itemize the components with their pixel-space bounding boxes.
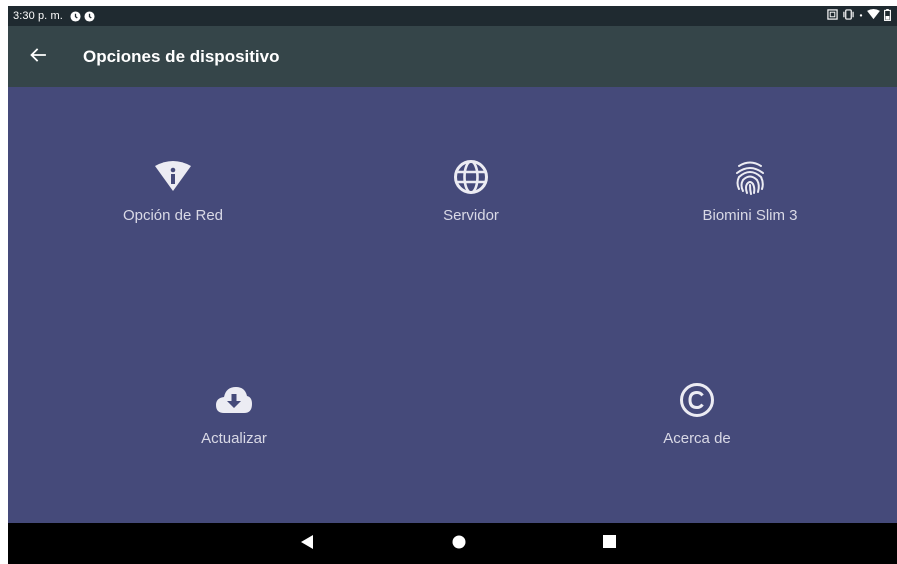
- status-left: 3:30 p. m.: [13, 6, 98, 26]
- nav-home-button[interactable]: [448, 533, 470, 555]
- clock-icon: [84, 10, 95, 22]
- globe-icon: [451, 157, 491, 197]
- tile-update[interactable]: Actualizar: [174, 380, 294, 448]
- signal-dot-icon: [859, 9, 863, 23]
- tile-label: Biomini Slim 3: [702, 207, 798, 224]
- back-button[interactable]: [22, 44, 54, 70]
- wifi-info-icon: [153, 157, 193, 197]
- clock-icon: [70, 10, 81, 22]
- status-bar: 3:30 p. m.: [8, 6, 897, 26]
- vibrate-icon: [842, 9, 855, 23]
- tile-label: Acerca de: [663, 430, 731, 447]
- home-circle-icon: [452, 535, 466, 554]
- battery-icon: [884, 8, 891, 24]
- navigation-bar: [8, 523, 897, 564]
- tile-biomini-slim[interactable]: Biomini Slim 3: [690, 157, 810, 225]
- fingerprint-icon: [730, 157, 770, 197]
- tile-server[interactable]: Servidor: [411, 157, 531, 225]
- status-right: [823, 6, 891, 26]
- nav-recents-button[interactable]: [598, 533, 620, 555]
- app-bar: Opciones de dispositivo: [8, 26, 897, 87]
- tile-network-option[interactable]: Opción de Red: [113, 157, 233, 225]
- tile-label: Opción de Red: [122, 207, 224, 224]
- page-title: Opciones de dispositivo: [83, 47, 280, 66]
- tile-label: Actualizar: [201, 430, 267, 447]
- status-time: 3:30 p. m.: [13, 10, 63, 22]
- cloud-download-icon: [214, 380, 254, 420]
- screenshot-icon: [827, 9, 838, 23]
- tile-label: Servidor: [443, 207, 499, 224]
- arrow-left-icon: [30, 47, 46, 67]
- copyright-icon: [677, 380, 717, 420]
- device-options-grid: Opción de Red Servidor Biomini Slim 3 Ac…: [8, 87, 897, 523]
- nav-back-button[interactable]: [296, 533, 318, 555]
- device-screen: 3:30 p. m. Opciones de dispositivo Opció…: [8, 6, 897, 564]
- back-triangle-icon: [300, 534, 314, 554]
- wifi-icon: [867, 9, 880, 23]
- recents-square-icon: [602, 535, 616, 553]
- tile-about[interactable]: Acerca de: [637, 380, 757, 448]
